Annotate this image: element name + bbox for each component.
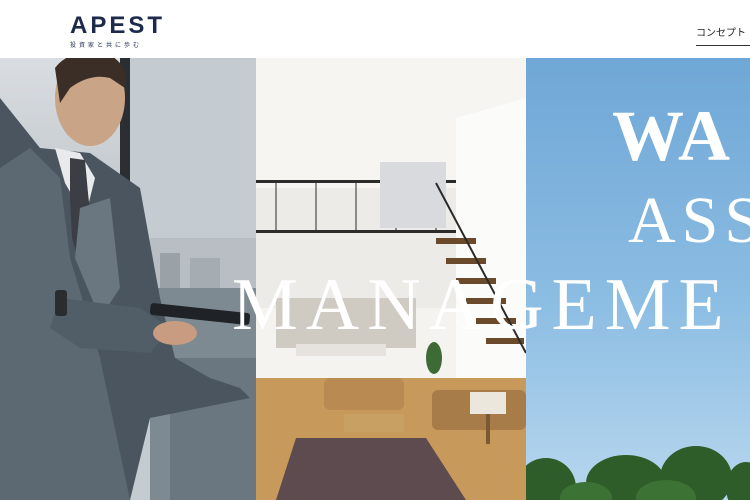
hero-headline-line-1: WA (612, 96, 733, 176)
logo-wordmark: APEST (70, 12, 166, 39)
main-nav: コンセプト (696, 24, 750, 46)
logo-tagline: 投資家と共に歩む (70, 42, 143, 49)
site-logo[interactable]: APEST 投資家と共に歩む (70, 12, 166, 50)
site-header: APEST 投資家と共に歩む コンセプト (0, 0, 750, 58)
hero-photo-businessman (0, 58, 256, 500)
nav-item-concept[interactable]: コンセプト (696, 24, 750, 46)
hero-headline-line-2: ASS (628, 184, 750, 257)
hero-headline-line-3: MANAGEME (232, 264, 732, 346)
businessman-illustration (0, 58, 256, 500)
